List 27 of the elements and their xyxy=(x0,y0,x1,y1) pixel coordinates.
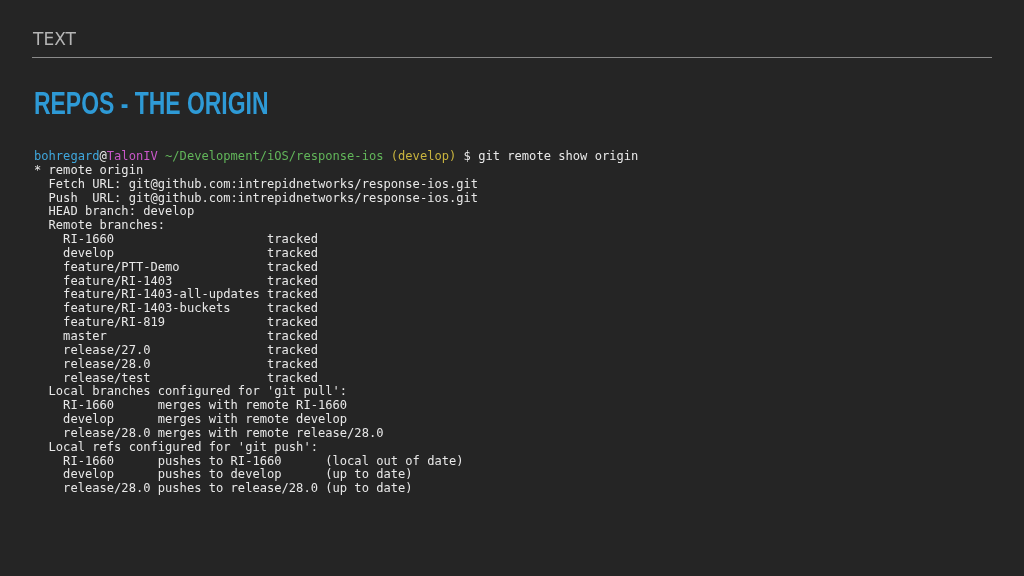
terminal-output-line: RI-1660 merges with remote RI-1660 xyxy=(62,399,348,413)
terminal-output-line: release/28.0 pushes to release/28.0 (up to date) xyxy=(62,482,413,497)
terminal-output-line: Local refs configured for 'git push': xyxy=(47,440,318,455)
terminal-output-line: RI-1660 pushes to RI-1660 (local out of date) xyxy=(62,454,464,469)
terminal-output-line: Push URL: git@github.com:intrepidnetworks/response-ios.git xyxy=(47,191,479,206)
terminal-output-line: feature/PTT-Demo tracked xyxy=(62,260,318,275)
terminal-output-line: release/28.0 merges with remote release/28.0 xyxy=(62,426,384,441)
terminal-output-line: release/test tracked xyxy=(62,371,318,385)
terminal-output-line: Fetch URL: git@github.com:intrepidnetworks/response-ios.git xyxy=(47,177,479,192)
terminal-output-line: release/28.0 tracked xyxy=(62,357,318,372)
terminal-output-line: RI-1660 tracked xyxy=(62,233,318,247)
terminal-prompt-line: bohregard@TalonIV ~/Development/iOS/response-ios (develop) $ git remote show origin xyxy=(34,150,639,164)
terminal-output-line: release/27.0 tracked xyxy=(62,343,318,358)
terminal-output-line: feature/RI-1403-all-updates tracked xyxy=(62,288,318,302)
terminal-output-line: HEAD branch: develop xyxy=(47,205,195,219)
terminal-output-line: feature/RI-1403 tracked xyxy=(62,274,318,288)
terminal-output-line: Local branches configured for 'git pull': xyxy=(47,385,348,399)
terminal-output-line: develop pushes to develop (up to date) xyxy=(62,468,413,482)
terminal-output-line: develop tracked xyxy=(62,246,318,261)
terminal-output-line: * remote origin xyxy=(34,163,144,178)
terminal-output-line: feature/RI-1403-buckets tracked xyxy=(62,302,318,316)
terminal-output-line: feature/RI-819 tracked xyxy=(62,316,318,330)
terminal-output-line: master tracked xyxy=(62,329,318,344)
section-label: TEXT xyxy=(33,28,76,50)
terminal-output-line: develop merges with remote develop xyxy=(62,413,348,427)
slide-title: REPOS - THE ORIGIN xyxy=(34,86,269,122)
terminal-output-line: Remote branches: xyxy=(47,219,166,234)
